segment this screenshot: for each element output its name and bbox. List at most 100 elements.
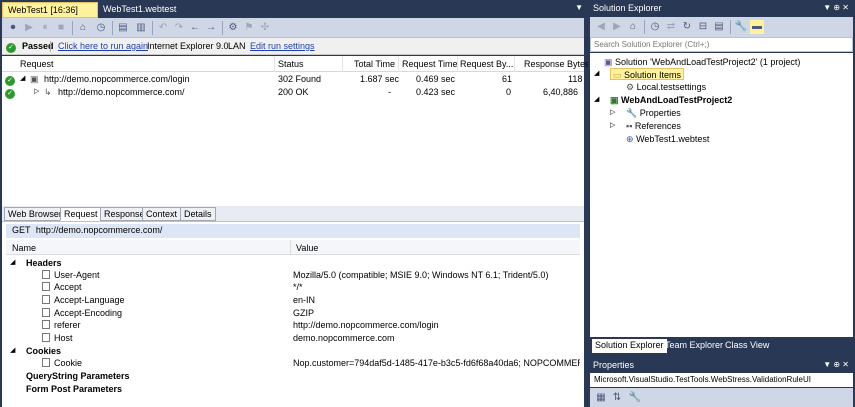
chevron-down-icon[interactable]: ▼ (575, 3, 583, 12)
preview-icon[interactable]: ▬ (750, 20, 764, 34)
tab-request[interactable]: Request (60, 207, 102, 221)
clock-icon[interactable]: ◷ (94, 21, 108, 35)
property-name: Accept (54, 282, 82, 292)
expander-icon[interactable]: ◢ (20, 74, 25, 82)
settings-icon[interactable]: ✣ (258, 21, 272, 35)
column-header-request-time[interactable]: Request Time (402, 59, 458, 69)
tree-item-local-testsettings[interactable]: ⚙ Local.testsettings (626, 81, 706, 93)
pending-changes-icon[interactable]: ◷ (648, 20, 662, 34)
property-value: Mozilla/5.0 (compatible; MSIE 9.0; Windo… (293, 270, 549, 280)
toolbar-divider (644, 20, 645, 34)
total-time-cell: - (388, 87, 391, 97)
section-headers[interactable]: ◢ Headers (6, 258, 580, 270)
request-results-grid: Request Status Total Time Request Time R… (2, 56, 590, 206)
table-row[interactable]: ✓ ◢ ▣ http://demo.nopcommerce.com/login … (2, 73, 584, 86)
run-again-link[interactable]: Click here to run again (58, 41, 148, 51)
divider (50, 41, 51, 52)
column-divider (398, 56, 399, 72)
show-all-files-icon[interactable]: ▤ (712, 20, 726, 34)
categorized-icon[interactable]: ▦ (594, 391, 608, 405)
document-tab-strip: WebTest1 [16:36] ⊕ ✕ WebTest1.webtest ▼ (0, 0, 586, 30)
pass-icon: ✓ (5, 87, 15, 99)
webtest-file-icon: ⊕ (626, 134, 634, 144)
toolbar-divider (222, 21, 223, 35)
tree-item-project[interactable]: ▣ WebAndLoadTestProject2 (610, 94, 732, 106)
webtest-toolbar: ⏺ ▶ ⏸ ■ ⌂ ◷ ▤ ▥ ↶ ↷ ← → ⚙ ⚑ ✣ (2, 18, 584, 38)
refresh-icon[interactable]: ↻ (680, 20, 694, 34)
add-recording-icon[interactable]: ⏺ (6, 21, 20, 35)
back-icon[interactable]: ◀ (594, 20, 608, 34)
collapse-all-icon[interactable]: ⊟ (696, 20, 710, 34)
redo-icon[interactable]: ↷ (172, 21, 186, 35)
section-querystring-parameters[interactable]: QueryString Parameters (6, 371, 580, 383)
column-divider (290, 240, 291, 255)
properties-object-selector[interactable]: Microsoft.VisualStudio.TestTools.WebStre… (590, 373, 853, 387)
alphabetical-icon[interactable]: ⇅ (610, 391, 624, 405)
folder-open-icon[interactable]: ▥ (134, 21, 148, 35)
browser-label: Internet Explorer 9.0 (147, 41, 229, 51)
tree-item-solution[interactable]: ▣ Solution 'WebAndLoadTestProject2' (1 p… (604, 56, 800, 68)
tree-item-properties[interactable]: 🔧 Properties (626, 107, 681, 119)
tree-item-label: WebTest1.webtest (636, 134, 710, 144)
folder-icon[interactable]: ▤ (116, 21, 130, 35)
column-header-request-bytes[interactable]: Request By... (460, 59, 513, 69)
tab-details[interactable]: Details (180, 207, 216, 221)
column-header-name[interactable]: Name (12, 243, 36, 253)
generate-code-icon[interactable]: ⚙ (226, 21, 240, 35)
parameterize-icon[interactable]: ⚑ (242, 21, 256, 35)
column-header-status[interactable]: Status (278, 59, 304, 69)
pause-icon[interactable]: ⏸ (38, 21, 52, 35)
column-header-request[interactable]: Request (20, 59, 54, 69)
list-item[interactable]: Accept-Encoding GZIP (6, 308, 580, 320)
section-label: Headers (26, 258, 62, 268)
property-pages-icon[interactable]: 🔧 (628, 391, 642, 405)
property-name: User-Agent (54, 270, 100, 280)
expander-icon[interactable]: ◢ (594, 94, 599, 106)
table-row[interactable]: ✓ ▷ ↳ http://demo.nopcommerce.com/ 200 O… (2, 86, 584, 99)
tab-context[interactable]: Context (142, 207, 182, 221)
tab-webtest-file[interactable]: WebTest1.webtest (98, 2, 188, 18)
column-header-value[interactable]: Value (296, 243, 318, 253)
stop-icon[interactable]: ■ (54, 21, 68, 35)
expander-icon[interactable]: ◢ (594, 68, 599, 80)
section-cookies[interactable]: ◢ Cookies (6, 346, 580, 358)
undo-icon[interactable]: ↶ (156, 21, 170, 35)
tab-webtest-results[interactable]: WebTest1 [16:36] ⊕ ✕ (2, 2, 98, 30)
list-item[interactable]: Host demo.nopcommerce.com (6, 333, 580, 345)
http-method: GET (12, 225, 31, 235)
search-input[interactable]: Search Solution Explorer (Ctrl+;) (590, 37, 853, 52)
list-item[interactable]: Cookie Nop.customer=794daf5d-1485-417e-b… (6, 358, 580, 370)
panel-controls[interactable]: ▼ ⊕ ✕ (823, 0, 849, 16)
tab-class-view[interactable]: Class View (722, 339, 772, 353)
run-icon[interactable]: ▶ (22, 21, 36, 35)
browser-icon[interactable]: ⌂ (76, 21, 90, 35)
panel-title: Properties (593, 360, 635, 370)
back-icon[interactable]: ← (188, 21, 202, 35)
panel-controls[interactable]: ▼ ⊕ ✕ (823, 357, 849, 373)
expander-icon[interactable]: ◢ (10, 258, 15, 266)
expander-icon[interactable]: ▷ (34, 87, 39, 95)
column-header-total-time[interactable]: Total Time (354, 59, 395, 69)
tree-item-references[interactable]: ▪▪ References (626, 120, 681, 132)
tree-item-webtest[interactable]: ⊕ WebTest1.webtest (626, 133, 709, 145)
edit-run-settings-link[interactable]: Edit run settings (250, 41, 315, 51)
expander-icon[interactable]: ▷ (610, 120, 615, 132)
forward-icon[interactable]: → (204, 21, 218, 35)
expander-icon[interactable]: ◢ (10, 346, 15, 354)
list-item[interactable]: Accept */* (6, 282, 580, 294)
tab-team-explorer[interactable]: Team Explorer (662, 339, 726, 353)
property-name: Cookie (54, 358, 83, 368)
tree-item-solution-items[interactable]: ▭ Solution Items (610, 68, 685, 80)
expander-icon[interactable]: ▷ (610, 107, 615, 119)
forward-icon[interactable]: ▶ (610, 20, 624, 34)
list-item[interactable]: Accept-Language en-IN (6, 295, 580, 307)
sync-icon[interactable]: ⇄ (664, 20, 678, 34)
tab-solution-explorer[interactable]: Solution Explorer (592, 339, 667, 353)
properties-wrench-icon[interactable]: 🔧 (734, 20, 748, 34)
tab-web-browser[interactable]: Web Browser (4, 207, 66, 221)
column-header-response-bytes[interactable]: Response Bytes (524, 59, 590, 69)
list-item[interactable]: referer http://demo.nopcommerce.com/logi… (6, 320, 580, 332)
section-form-post-parameters[interactable]: Form Post Parameters (6, 384, 580, 396)
home-icon[interactable]: ⌂ (626, 20, 640, 34)
list-item[interactable]: User-Agent Mozilla/5.0 (compatible; MSIE… (6, 270, 580, 282)
